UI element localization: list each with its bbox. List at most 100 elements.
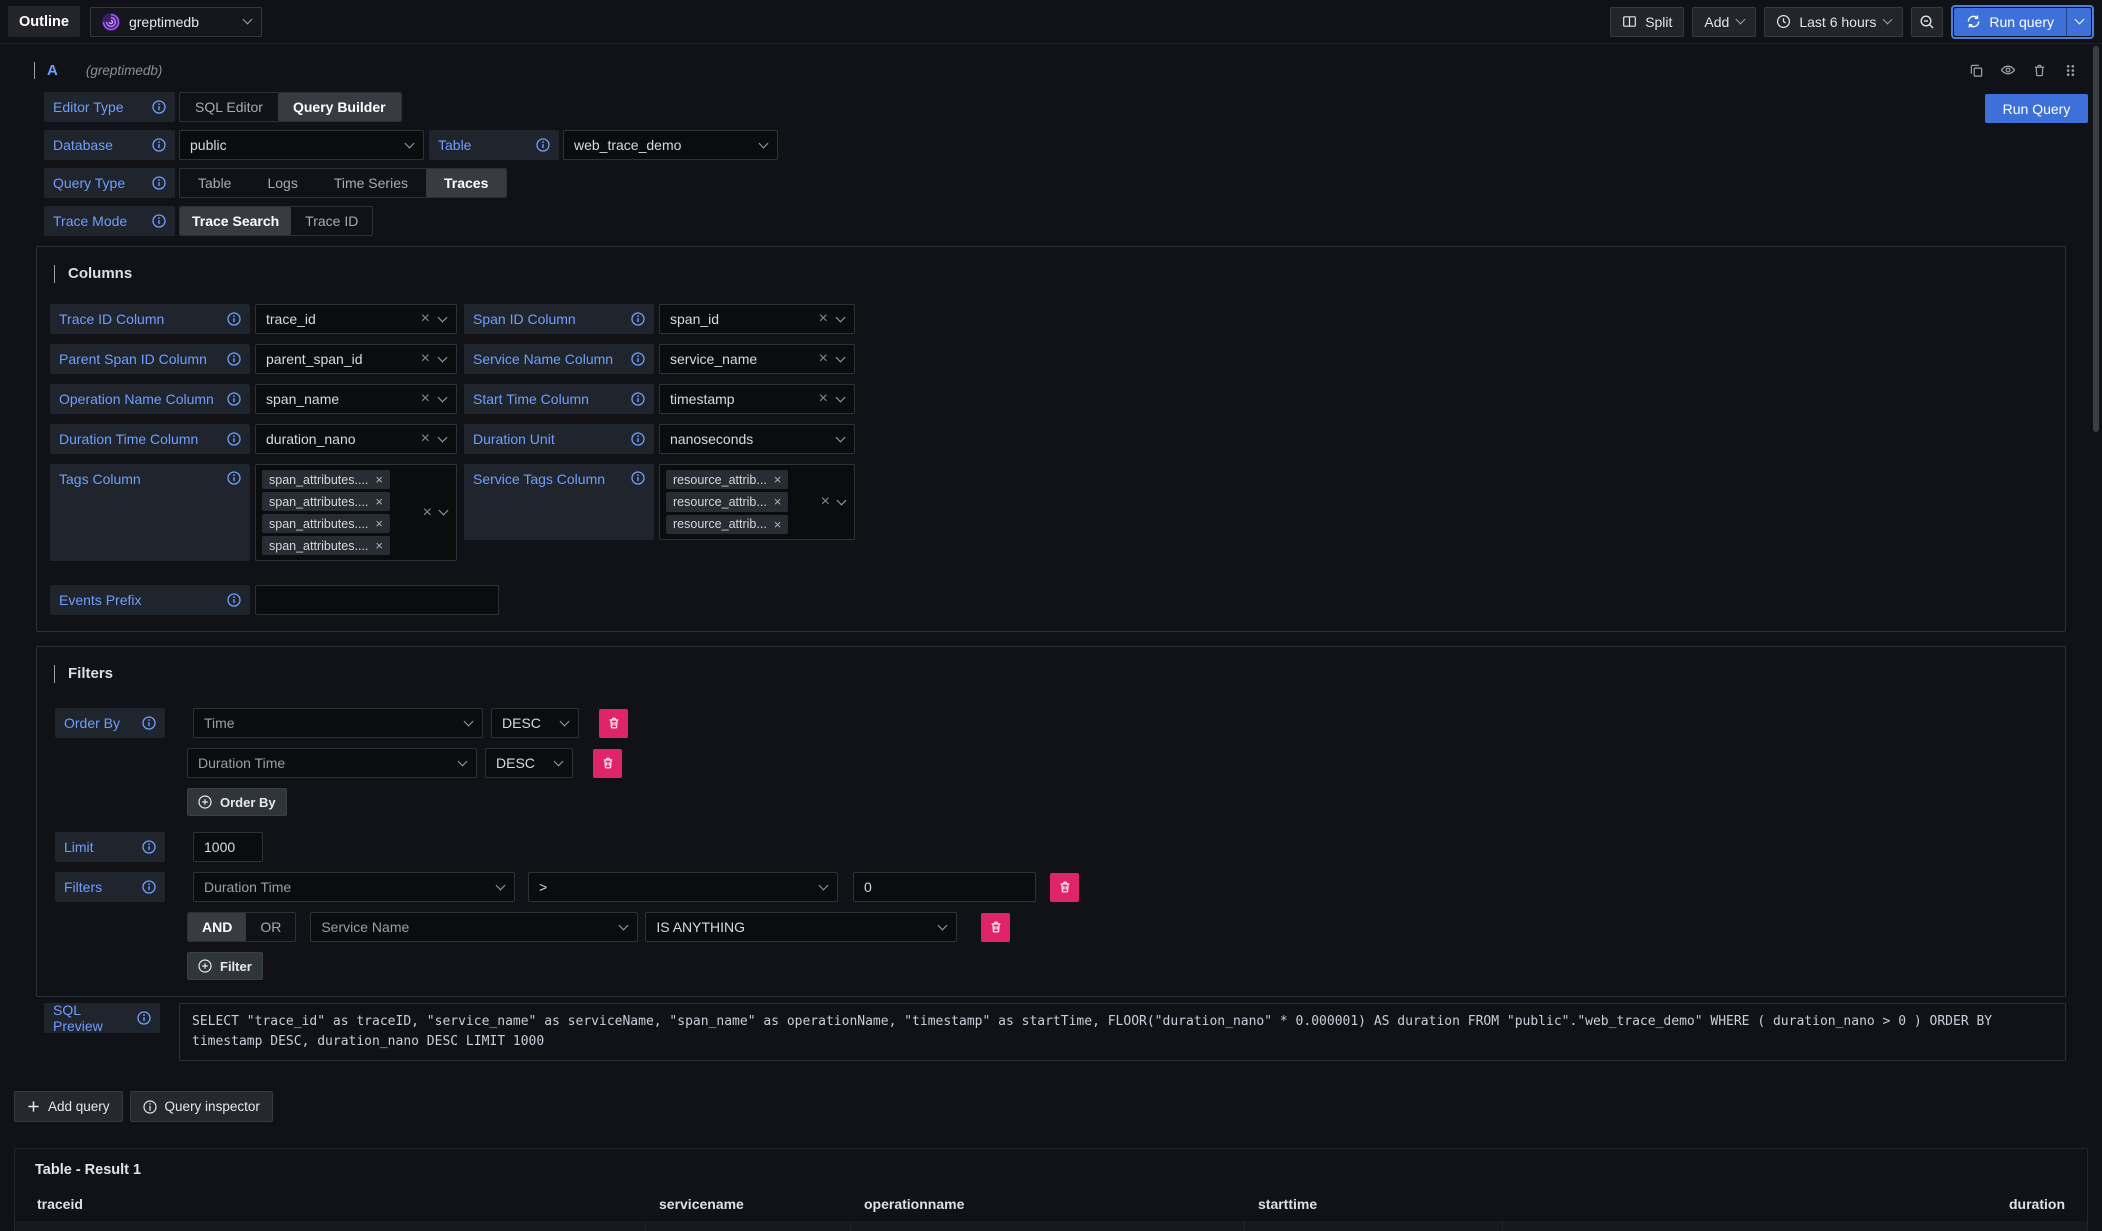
add-filter-button[interactable]: Filter (187, 952, 263, 980)
info-icon[interactable] (631, 352, 645, 366)
copy-icon[interactable] (1969, 63, 1984, 78)
order-by-field-select[interactable]: Duration Time (187, 748, 477, 778)
info-icon[interactable] (142, 880, 156, 894)
database-select[interactable]: public (179, 130, 424, 160)
close-icon[interactable]: × (774, 494, 782, 509)
remove-filter-button[interactable] (981, 913, 1010, 942)
collapse-chevron-icon[interactable] (32, 60, 37, 80)
trash-icon[interactable] (2032, 63, 2047, 78)
column-header-duration[interactable]: duration (1502, 1188, 2087, 1221)
query-ref-id[interactable]: A (47, 62, 58, 79)
clear-icon[interactable]: × (821, 493, 830, 511)
tag-chip[interactable]: span_attributes....× (262, 514, 390, 533)
info-icon[interactable] (152, 138, 166, 152)
zoom-out-time-button[interactable] (1911, 7, 1943, 37)
order-by-field-select[interactable]: Time (193, 708, 483, 738)
filter-field-select[interactable]: Duration Time (193, 872, 515, 902)
tab-and[interactable]: AND (188, 913, 246, 941)
outline-button[interactable]: Outline (8, 6, 80, 37)
time-range-picker[interactable]: Last 6 hours (1764, 7, 1903, 37)
remove-order-by-button[interactable] (593, 749, 622, 778)
filter-operator-select[interactable]: > (528, 872, 838, 902)
collapse-chevron-icon[interactable] (52, 263, 57, 284)
order-by-direction-select[interactable]: DESC (491, 708, 579, 738)
limit-input[interactable]: 1000 (193, 832, 263, 862)
info-icon[interactable] (631, 432, 645, 446)
tab-sql-editor[interactable]: SQL Editor (180, 93, 278, 121)
close-icon[interactable]: × (774, 517, 782, 532)
info-icon[interactable] (227, 352, 241, 366)
info-icon[interactable] (137, 1011, 151, 1025)
run-query-inline-button[interactable]: Run Query (1985, 94, 2088, 123)
table-select[interactable]: web_trace_demo (563, 130, 778, 160)
info-icon[interactable] (227, 593, 241, 607)
tab-query-builder[interactable]: Query Builder (278, 93, 401, 121)
start-time-column-select[interactable]: timestamp × (659, 384, 855, 414)
add-button[interactable]: Add (1692, 7, 1756, 37)
filter-field-select[interactable]: Service Name (310, 912, 638, 942)
info-icon[interactable] (227, 471, 241, 485)
parent-span-id-column-select[interactable]: parent_span_id × (255, 344, 457, 374)
events-prefix-input[interactable] (255, 585, 499, 615)
service-name-column-select[interactable]: service_name × (659, 344, 855, 374)
tab-trace-id[interactable]: Trace ID (291, 207, 372, 235)
span-id-column-select[interactable]: span_id × (659, 304, 855, 334)
duration-time-column-select[interactable]: duration_nano × (255, 424, 457, 454)
tag-chip[interactable]: span_attributes....× (262, 492, 390, 511)
info-icon[interactable] (631, 392, 645, 406)
add-query-button[interactable]: Add query (14, 1091, 123, 1122)
info-icon[interactable] (631, 471, 645, 485)
service-tags-column-multiselect[interactable]: resource_attrib...× resource_attrib...× … (659, 464, 855, 540)
query-inspector-button[interactable]: Query inspector (130, 1091, 273, 1122)
tab-logs[interactable]: Logs (249, 169, 315, 197)
split-button[interactable]: Split (1610, 7, 1684, 37)
tag-chip[interactable]: span_attributes....× (262, 536, 390, 555)
clear-icon[interactable]: × (819, 351, 828, 367)
close-icon[interactable]: × (375, 472, 383, 487)
clear-icon[interactable]: × (421, 431, 430, 447)
info-icon[interactable] (142, 716, 156, 730)
tab-trace-search[interactable]: Trace Search (180, 207, 291, 235)
info-icon[interactable] (227, 312, 241, 326)
run-query-button[interactable]: Run query (1954, 8, 2066, 36)
close-icon[interactable]: × (375, 538, 383, 553)
clear-icon[interactable]: × (423, 504, 432, 522)
clear-icon[interactable]: × (819, 311, 828, 327)
operation-name-column-select[interactable]: span_name × (255, 384, 457, 414)
column-header-starttime[interactable]: starttime (1244, 1188, 1502, 1221)
tags-column-multiselect[interactable]: span_attributes....× span_attributes....… (255, 464, 457, 561)
trace-id-column-select[interactable]: trace_id × (255, 304, 457, 334)
order-by-direction-select[interactable]: DESC (485, 748, 573, 778)
drag-handle-icon[interactable] (2063, 63, 2078, 78)
tab-traces[interactable]: Traces (426, 169, 506, 197)
info-icon[interactable] (152, 100, 166, 114)
clear-icon[interactable]: × (421, 311, 430, 327)
info-icon[interactable] (142, 840, 156, 854)
filter-operator-select[interactable]: IS ANYTHING (645, 912, 957, 942)
tag-chip[interactable]: resource_attrib...× (666, 492, 788, 511)
info-icon[interactable] (631, 312, 645, 326)
clear-icon[interactable]: × (819, 391, 828, 407)
close-icon[interactable]: × (375, 516, 383, 531)
tab-or[interactable]: OR (246, 913, 295, 941)
duration-unit-select[interactable]: nanoseconds (659, 424, 855, 454)
info-icon[interactable] (152, 214, 166, 228)
run-query-options-button[interactable] (2066, 8, 2091, 36)
info-icon[interactable] (152, 176, 166, 190)
tab-time-series[interactable]: Time Series (316, 169, 426, 197)
info-icon[interactable] (536, 138, 550, 152)
tab-table[interactable]: Table (180, 169, 249, 197)
tag-chip[interactable]: resource_attrib...× (666, 515, 788, 534)
tag-chip[interactable]: span_attributes....× (262, 470, 390, 489)
tag-chip[interactable]: resource_attrib...× (666, 470, 788, 489)
close-icon[interactable]: × (774, 472, 782, 487)
filter-value-input[interactable]: 0 (853, 872, 1036, 902)
clear-icon[interactable]: × (421, 351, 430, 367)
close-icon[interactable]: × (375, 494, 383, 509)
info-icon[interactable] (227, 392, 241, 406)
remove-filter-button[interactable] (1050, 873, 1079, 902)
datasource-picker[interactable]: greptimedb (90, 7, 262, 37)
info-icon[interactable] (227, 432, 241, 446)
column-header-servicename[interactable]: servicename (645, 1188, 850, 1221)
scrollbar[interactable] (2093, 46, 2099, 432)
